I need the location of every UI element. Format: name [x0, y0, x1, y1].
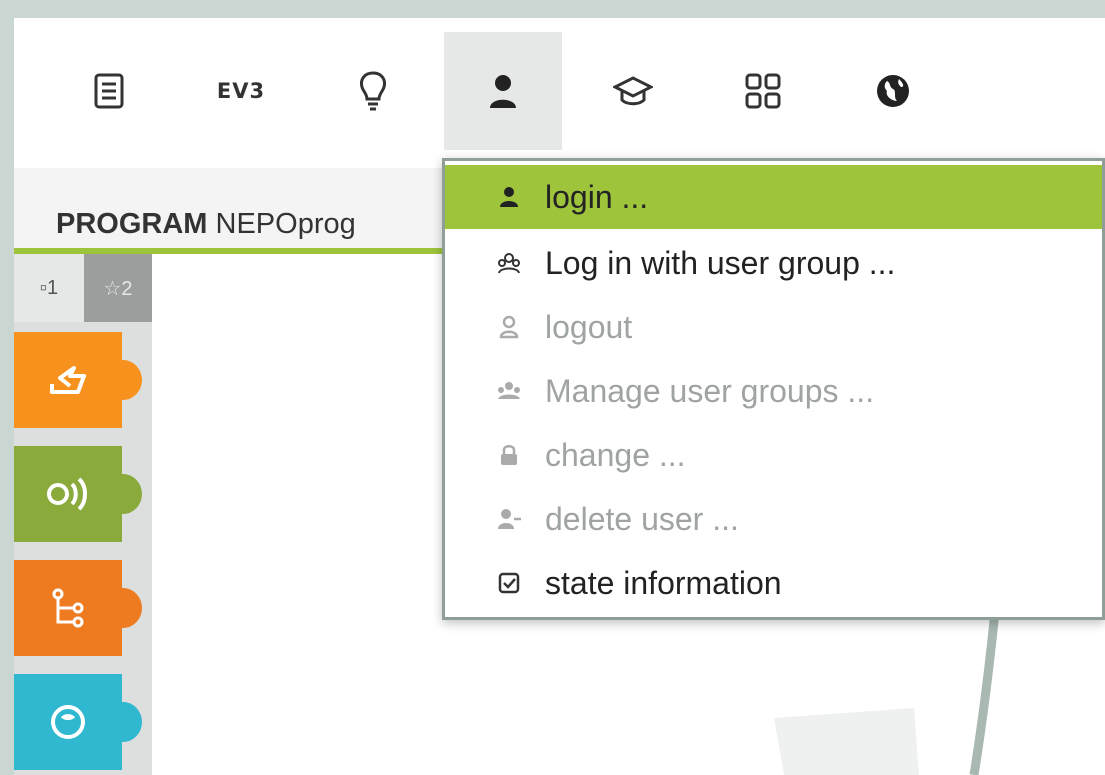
action-block[interactable]	[14, 332, 142, 428]
lock-icon	[501, 445, 517, 465]
menu-item-label: login ...	[545, 179, 649, 215]
user-button[interactable]	[444, 32, 562, 150]
robot-button[interactable]: EV3	[182, 32, 300, 150]
menu-item-change[interactable]: change ...	[445, 423, 1102, 487]
menu-item-manage-groups[interactable]: Manage user groups ...	[445, 359, 1102, 423]
menu-item-state-info[interactable]: state information	[445, 551, 1102, 615]
user-icon	[500, 187, 518, 207]
user-outline-icon	[499, 315, 519, 339]
action-arrow-icon	[50, 366, 86, 394]
help-button[interactable]	[314, 32, 432, 150]
menu-item-label: state information	[545, 565, 782, 601]
language-button[interactable]	[834, 32, 952, 150]
menu-item-label: change ...	[545, 437, 686, 473]
control-block[interactable]	[14, 560, 142, 656]
user-group-icon	[498, 253, 520, 274]
ev3-label: EV3	[216, 79, 266, 103]
palette-level-tabs: ▫1 ☆2	[14, 254, 152, 322]
gallery-grid-icon	[745, 73, 781, 109]
program-tab-label: PROGRAM NEPOprog	[56, 208, 356, 241]
lightbulb-icon	[360, 71, 386, 111]
program-button[interactable]	[50, 32, 168, 150]
tutorial-button[interactable]	[704, 32, 822, 150]
menu-item-label: delete user ...	[545, 501, 739, 537]
branch-icon	[52, 588, 84, 628]
gallery-button[interactable]	[574, 32, 692, 150]
menu-item-label: logout	[545, 309, 633, 345]
menu-item-label: Log in with user group ...	[545, 245, 896, 281]
brain-icon	[51, 705, 85, 739]
graduation-cap-icon	[613, 76, 653, 106]
user-icon	[490, 75, 516, 108]
level-2-tab[interactable]: ☆2	[84, 254, 152, 322]
sound-sensor-icon	[47, 477, 87, 511]
menu-item-delete-user[interactable]: delete user ...	[445, 487, 1102, 551]
menu-item-login-group[interactable]: Log in with user group ...	[445, 231, 1102, 295]
user-dropdown-menu: login ... Log in with user group ... log…	[442, 158, 1105, 620]
logic-block[interactable]	[14, 674, 142, 770]
globe-icon	[877, 75, 909, 107]
level-1-tab[interactable]: ▫1	[14, 254, 84, 322]
block-connector	[104, 360, 142, 400]
app-window: EV3 PROGRAM NEPOprog ▫1 ☆2 login ... Log…	[14, 18, 1105, 775]
checkbox-icon	[498, 572, 520, 594]
top-toolbar: EV3	[14, 18, 1105, 153]
block-connector	[104, 702, 142, 742]
menu-item-login[interactable]: login ...	[445, 165, 1102, 229]
program-icon	[94, 73, 124, 109]
menu-item-logout[interactable]: logout	[445, 295, 1102, 359]
block-palette: ▫1 ☆2	[14, 254, 152, 775]
users-icon	[498, 382, 520, 399]
menu-item-label: Manage user groups ...	[545, 373, 875, 409]
program-tab[interactable]: PROGRAM NEPOprog	[14, 168, 444, 254]
block-connector	[104, 474, 142, 514]
user-minus-icon	[498, 509, 521, 529]
sensor-block[interactable]	[14, 446, 142, 542]
block-connector	[104, 588, 142, 628]
program-tab-prefix: PROGRAM	[56, 208, 208, 240]
program-name: NEPOprog	[215, 208, 356, 240]
